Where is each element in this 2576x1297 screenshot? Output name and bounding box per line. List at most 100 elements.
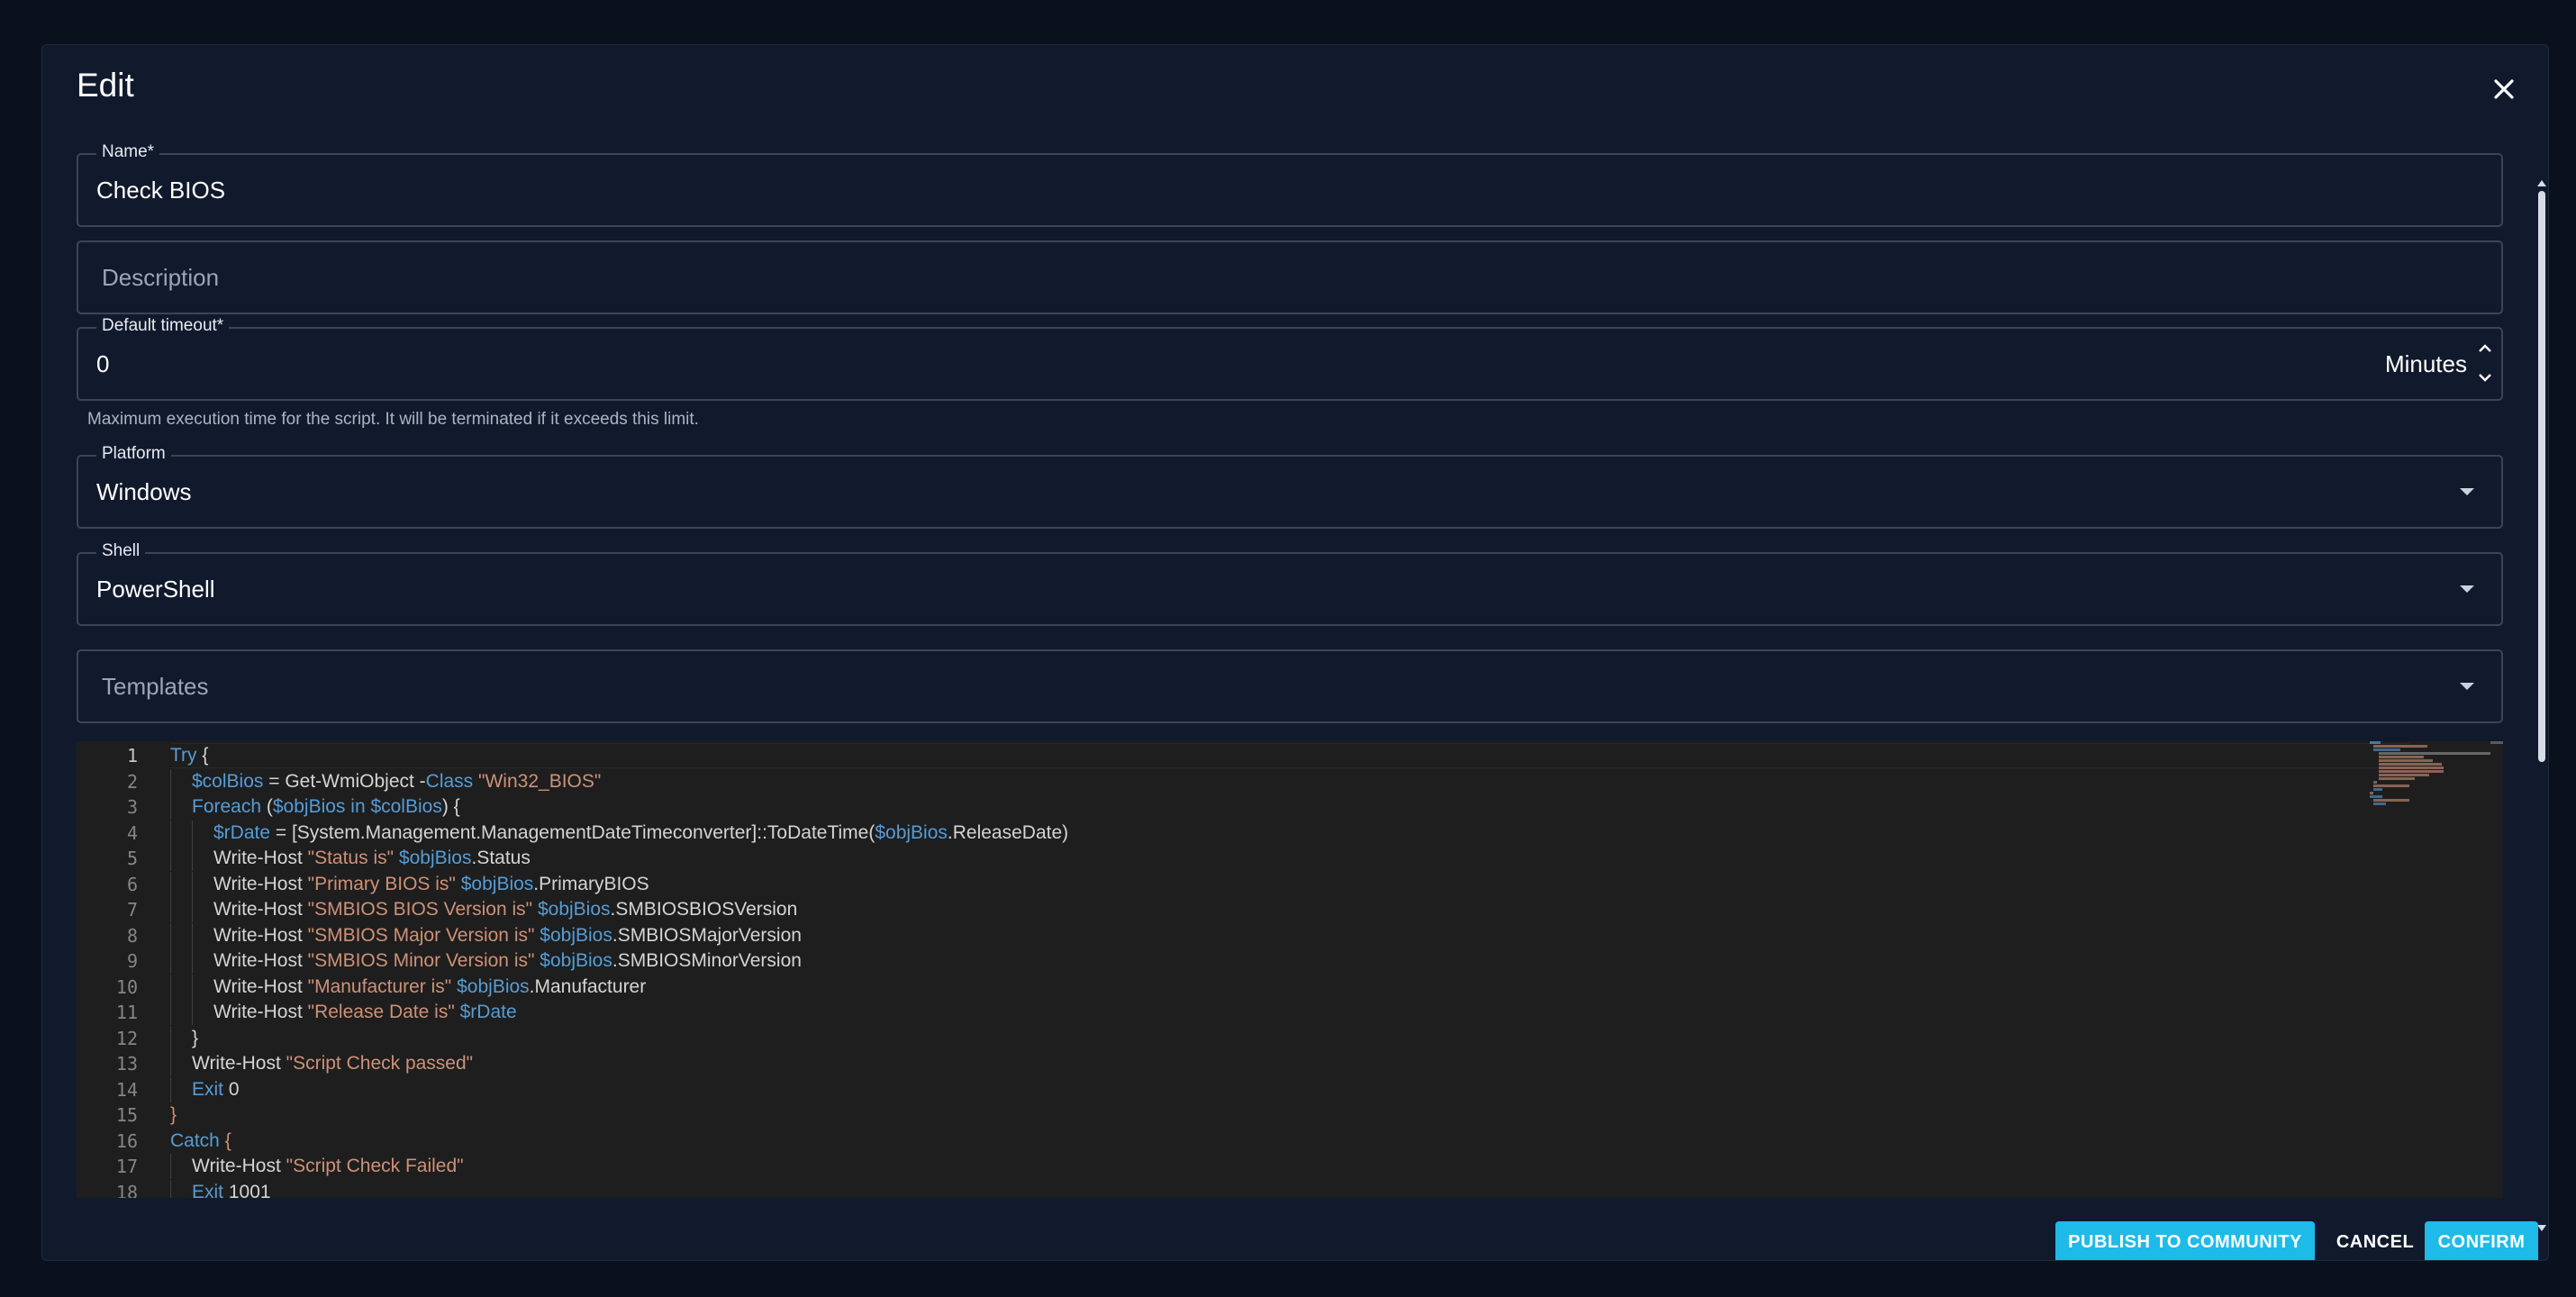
timeout-label: Default timeout* bbox=[96, 316, 230, 336]
code-line[interactable]: 15} bbox=[77, 1102, 2436, 1128]
line-code: Try { bbox=[170, 743, 208, 768]
indent-guide bbox=[170, 846, 171, 871]
line-number: 18 bbox=[115, 1181, 138, 1199]
code-token: .SMBIOSMinorVersion bbox=[612, 950, 802, 971]
indent-guide bbox=[170, 871, 171, 897]
line-code: Write-Host "Release Date is" $rDate bbox=[213, 1000, 517, 1025]
code-token: "SMBIOS BIOS Version is" bbox=[307, 899, 533, 920]
line-number: 9 bbox=[126, 950, 138, 972]
name-input-value[interactable]: Check BIOS bbox=[96, 155, 225, 225]
code-token: = Get-WmiObject - bbox=[263, 770, 426, 792]
close-button[interactable] bbox=[2485, 70, 2523, 108]
code-line[interactable]: 13 Write-Host "Script Check passed" bbox=[77, 1051, 2436, 1076]
increment-button[interactable] bbox=[2474, 336, 2496, 361]
confirm-button[interactable]: CONFIRM bbox=[2425, 1221, 2538, 1260]
code-minimap[interactable] bbox=[2370, 741, 2503, 806]
description-field[interactable]: Description bbox=[77, 240, 2503, 314]
code-line[interactable]: 18 Exit 1001 bbox=[77, 1179, 2436, 1199]
code-line[interactable]: 3 Foreach ($objBios in $colBios) { bbox=[77, 794, 2436, 820]
code-line[interactable]: 8 Write-Host "SMBIOS Major Version is" $o… bbox=[77, 922, 2436, 948]
line-code: Exit 0 bbox=[192, 1077, 240, 1102]
code-token: .SMBIOSMajorVersion bbox=[612, 924, 802, 946]
code-token: Write-Host bbox=[213, 1002, 308, 1022]
code-token: 1001 bbox=[223, 1181, 271, 1199]
timeout-input-value[interactable]: 0 bbox=[96, 329, 109, 399]
code-token: Foreach bbox=[192, 796, 262, 817]
code-token: $rDate bbox=[459, 1002, 517, 1022]
indent-guide bbox=[192, 948, 193, 974]
indent-guide bbox=[170, 897, 171, 922]
code-token: $colBios bbox=[370, 796, 442, 817]
code-line[interactable]: 11 Write-Host "Release Date is" $rDate bbox=[77, 1000, 2436, 1025]
code-token: "Primary BIOS is" bbox=[307, 873, 456, 894]
platform-select[interactable]: Platform Windows bbox=[77, 444, 2503, 529]
line-code: Write-Host "Manufacturer is" $objBios.Ma… bbox=[213, 975, 646, 1000]
dialog-title: Edit bbox=[77, 67, 134, 104]
code-line[interactable]: 6 Write-Host "Primary BIOS is" $objBios.P… bbox=[77, 871, 2436, 897]
indent-guide bbox=[170, 1179, 171, 1198]
timeout-stepper[interactable] bbox=[2474, 336, 2496, 392]
line-number: 5 bbox=[126, 848, 138, 869]
code-token: "Script Check Failed" bbox=[286, 1156, 464, 1176]
indent-guide bbox=[170, 1076, 171, 1102]
caret-down-icon bbox=[2460, 585, 2474, 593]
editor-scroll-position-marker bbox=[2490, 741, 2503, 744]
line-number: 1 bbox=[126, 745, 138, 766]
dialog-footer: PUBLISH TO COMMUNITY CANCEL CONFIRM bbox=[42, 1198, 2548, 1260]
line-number: 8 bbox=[126, 924, 138, 947]
editor-scrollbar[interactable] bbox=[2490, 741, 2503, 1198]
code-line[interactable]: 17 Write-Host "Script Check Failed" bbox=[77, 1154, 2436, 1179]
code-line[interactable]: 14 Exit 0 bbox=[77, 1076, 2436, 1102]
line-number: 11 bbox=[115, 1002, 138, 1023]
close-icon bbox=[2494, 79, 2514, 99]
platform-value: Windows bbox=[96, 478, 192, 505]
decrement-button[interactable] bbox=[2474, 365, 2496, 390]
line-number: 16 bbox=[115, 1129, 138, 1152]
line-code: } bbox=[170, 1102, 177, 1128]
shell-select[interactable]: Shell PowerShell bbox=[77, 541, 2503, 626]
code-line[interactable]: 12} bbox=[77, 1025, 2436, 1051]
code-token: = [System.Management.ManagementDateTimec… bbox=[270, 821, 875, 843]
publish-to-community-button[interactable]: PUBLISH TO COMMUNITY bbox=[2055, 1221, 2315, 1260]
line-number: 3 bbox=[126, 796, 138, 818]
code-editor[interactable]: 1 Try {2 $colBios = Get-WmiObject -Class "… bbox=[77, 741, 2503, 1198]
code-line[interactable]: 5 Write-Host "Status is" $objBios.Status bbox=[77, 846, 2436, 871]
scroll-up-arrow-icon[interactable] bbox=[2537, 180, 2546, 186]
code-line[interactable]: 1 Try { bbox=[77, 743, 2436, 768]
indent-guide bbox=[170, 1025, 171, 1051]
line-code: Write-Host "SMBIOS Major Version is" $ob… bbox=[213, 923, 802, 948]
code-token: Write-Host bbox=[213, 950, 308, 971]
code-token: "Release Date is" bbox=[307, 1002, 455, 1022]
scrollbar-thumb[interactable] bbox=[2538, 191, 2545, 762]
name-field[interactable]: Name* Check BIOS bbox=[77, 142, 2503, 227]
caret-down-icon bbox=[2460, 683, 2474, 690]
line-code: $rDate = [System.Management.ManagementDa… bbox=[213, 821, 1068, 846]
cancel-button[interactable]: CANCEL bbox=[2330, 1221, 2420, 1260]
chevron-down-icon bbox=[2479, 374, 2491, 382]
line-code: Write-Host "Status is" $objBios.Status bbox=[213, 846, 531, 871]
code-line[interactable]: 10 Write-Host "Manufacturer is" $objBios.… bbox=[77, 974, 2436, 1000]
code-token: "SMBIOS Major Version is" bbox=[307, 924, 535, 946]
code-token: "SMBIOS Minor Version is" bbox=[307, 950, 535, 971]
line-number: 14 bbox=[115, 1078, 138, 1101]
templates-select[interactable]: Templates bbox=[77, 649, 2503, 723]
line-number: 7 bbox=[126, 899, 138, 921]
code-line[interactable]: 4 $rDate = [System.Management.ManagementD… bbox=[77, 820, 2436, 846]
code-line[interactable]: 2 $colBios = Get-WmiObject -Class "Win32_… bbox=[77, 768, 2436, 794]
caret-down-icon bbox=[2460, 488, 2474, 495]
code-token: Write-Host bbox=[213, 899, 308, 920]
code-token: ( bbox=[261, 796, 273, 817]
timeout-unit: Minutes bbox=[2384, 350, 2467, 377]
code-token: ) { bbox=[441, 796, 460, 817]
dialog-scrollbar[interactable] bbox=[2535, 135, 2548, 1234]
timeout-field[interactable]: Default timeout* 0 Minutes bbox=[77, 316, 2503, 401]
line-code: $colBios = Get-WmiObject -Class "Win32_B… bbox=[192, 769, 601, 794]
indent-guide bbox=[192, 922, 193, 948]
code-line[interactable]: 7 Write-Host "SMBIOS BIOS Version is" $ob… bbox=[77, 897, 2436, 922]
line-number: 15 bbox=[115, 1104, 138, 1126]
code-line[interactable]: 16 Catch { bbox=[77, 1129, 2436, 1154]
code-line[interactable]: 9 Write-Host "SMBIOS Minor Version is" $o… bbox=[77, 948, 2436, 974]
indent-guide bbox=[192, 820, 193, 846]
code-token: $rDate bbox=[213, 821, 271, 843]
line-number: 10 bbox=[115, 975, 138, 998]
